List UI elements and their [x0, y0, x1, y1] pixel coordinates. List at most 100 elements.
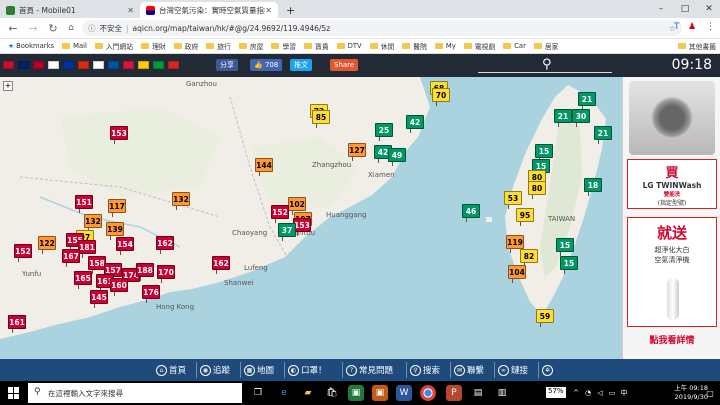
tab-aqicn[interactable]: 台灣空氣污染：實時空氣質量指數 ✕ [140, 2, 278, 18]
language-flag-icon[interactable] [108, 61, 119, 69]
close-window-icon[interactable]: ✕ [698, 0, 720, 18]
aqi-marker[interactable]: 119 [506, 235, 524, 253]
aqi-marker[interactable]: 170 [157, 265, 175, 283]
info-icon[interactable]: ⓘ [88, 23, 96, 34]
language-flag-icon[interactable] [93, 61, 104, 69]
nav-track[interactable]: ◉ 追蹤 [200, 363, 230, 377]
battery-indicator[interactable]: 57% [546, 387, 566, 398]
language-flag-icon[interactable] [153, 61, 164, 69]
aqi-marker[interactable]: 18 [584, 178, 602, 196]
nav-home[interactable]: ⌂ 首頁 [156, 363, 186, 377]
share-button[interactable]: Share [330, 59, 359, 71]
aqi-marker[interactable]: 42 [406, 115, 424, 133]
aqi-marker[interactable]: 59 [536, 309, 554, 327]
language-flag-icon[interactable] [63, 61, 74, 69]
network-icon[interactable]: ◔ [582, 385, 594, 401]
bookmark-item[interactable]: ★ Bookmarks [8, 42, 54, 50]
aqi-marker[interactable]: 25 [375, 123, 393, 141]
powerpoint-icon[interactable]: P [446, 385, 462, 401]
bookmark-item[interactable]: 理財 [141, 41, 166, 51]
ad-box-gift[interactable]: 就送 超淨化大白 空氣清淨機 [627, 217, 717, 327]
nav-search[interactable]: ⚲ 搜索 [410, 363, 440, 377]
aqi-marker[interactable]: 95 [516, 208, 534, 226]
aqi-marker[interactable]: 132 [172, 192, 190, 210]
bookmark-item[interactable]: My [434, 42, 456, 50]
aqi-marker[interactable]: 53 [504, 191, 522, 209]
action-center-icon[interactable]: ▢ [704, 385, 716, 401]
aqi-marker[interactable]: 21 [578, 92, 596, 110]
aqi-marker[interactable]: 152 [14, 244, 32, 262]
bookmark-item[interactable]: 旅行 [206, 41, 231, 51]
taskbar-search-input[interactable]: ⚲ 在這裡輸入文字來搜尋 [28, 383, 242, 403]
bookmark-item[interactable]: 醫院 [402, 41, 427, 51]
bookmark-item[interactable]: Car [503, 42, 526, 50]
volume-icon[interactable]: ◁ [594, 385, 606, 401]
aqi-marker[interactable]: 70 [432, 88, 450, 106]
store-icon[interactable]: 🛍 [324, 385, 340, 401]
forward-icon[interactable]: → [26, 21, 40, 35]
nav-map[interactable]: ▦ 地圖 [244, 363, 274, 377]
facebook-like-button[interactable]: 👍 708 [250, 59, 283, 71]
language-flag-icon[interactable] [3, 61, 14, 69]
aqi-marker[interactable]: 160 [110, 278, 128, 296]
aqi-marker[interactable]: 176 [142, 285, 160, 303]
edge-browser-icon[interactable]: e [276, 385, 292, 401]
bookmark-item[interactable]: 學習 [271, 41, 296, 51]
zoom-in-button[interactable]: + [3, 81, 13, 91]
aqi-marker[interactable]: 15 [556, 238, 574, 256]
taskbar-clock[interactable]: 上午 09:18 2019/9/30 [674, 384, 708, 402]
bookmark-item[interactable]: 寶貴 [304, 41, 329, 51]
aqi-marker[interactable]: 102 [288, 197, 306, 215]
address-bar[interactable]: ⓘ 不安全 | aqicn.org/map/taiwan/hk/#@g/24.9… [82, 20, 682, 36]
aqi-marker[interactable]: 188 [136, 263, 154, 281]
aqi-marker[interactable]: 21 [554, 109, 572, 127]
bookmark-item[interactable]: 入門網站 [94, 41, 133, 51]
aqi-marker[interactable]: 162 [212, 256, 230, 274]
close-tab-icon[interactable]: ✕ [265, 6, 272, 15]
facebook-share-button[interactable]: 分享 [216, 59, 238, 71]
bookmark-item[interactable]: DTV [336, 42, 362, 50]
language-flag-icon[interactable] [48, 61, 59, 69]
aqi-marker[interactable]: 15 [560, 256, 578, 274]
other-bookmarks[interactable]: 其他書籤 [677, 41, 716, 51]
aqi-marker[interactable]: 161 [8, 315, 26, 333]
aqi-marker[interactable]: 37 [278, 223, 296, 241]
aqi-marker[interactable]: 117 [108, 199, 126, 217]
aqi-marker[interactable]: 139 [106, 222, 124, 240]
aqi-marker[interactable]: 181 [78, 240, 96, 258]
aqi-map[interactable]: Ganzhou Zhangzhou Xiamen Huanggang Chaoyang S… [0, 77, 622, 359]
nav-contact[interactable]: ✉ 聯繫 [454, 363, 484, 377]
aqi-marker[interactable]: 132 [84, 214, 102, 232]
file-explorer-icon[interactable]: ▰ [300, 385, 316, 401]
aqi-marker[interactable]: 154 [116, 237, 134, 255]
reload-icon[interactable]: ↻ [46, 21, 60, 35]
ad-panel[interactable]: 買 LG TWINWash 雙能洗 (指定型號) 就送 超淨化大白 空氣清淨機 … [622, 77, 720, 359]
aqi-marker[interactable]: 152 [271, 205, 289, 223]
language-flag-icon[interactable] [138, 61, 149, 69]
aqi-marker[interactable]: 15 [535, 144, 553, 162]
windows-start-icon[interactable] [8, 387, 20, 399]
aqi-marker[interactable]: 151 [75, 195, 93, 213]
home-icon[interactable]: ⌂ [64, 21, 78, 35]
minimize-icon[interactable]: – [650, 0, 672, 18]
close-tab-icon[interactable]: ✕ [127, 6, 134, 15]
aqi-marker[interactable]: 80 [528, 181, 546, 199]
aqi-marker[interactable]: 122 [38, 236, 56, 254]
bookmark-item[interactable]: 休閒 [369, 41, 394, 51]
bookmark-item[interactable]: 房屋 [238, 41, 263, 51]
aqi-marker[interactable]: 144 [255, 158, 273, 176]
language-flag-icon[interactable] [123, 61, 134, 69]
aqi-marker[interactable]: 30 [572, 109, 590, 127]
nav-mask[interactable]: ◐ 口罩！ [288, 363, 327, 377]
keyboard-icon[interactable]: ▭ [606, 385, 618, 401]
aqi-marker[interactable]: 165 [74, 271, 92, 289]
nav-links[interactable]: ∞ 鏈接 [498, 363, 528, 377]
bookmark-item[interactable]: Mail [62, 42, 87, 50]
aqi-marker[interactable]: 145 [90, 290, 108, 308]
url-text[interactable]: aqicn.org/map/taiwan/hk/#@g/24.9692/119.… [133, 24, 331, 33]
aqi-marker[interactable]: 46 [462, 204, 480, 222]
aqi-marker[interactable]: 82 [520, 249, 538, 267]
app-icon[interactable]: ▥ [494, 385, 510, 401]
bookmark-item[interactable]: 居家 [533, 41, 558, 51]
language-icon[interactable]: 中 [618, 385, 630, 401]
